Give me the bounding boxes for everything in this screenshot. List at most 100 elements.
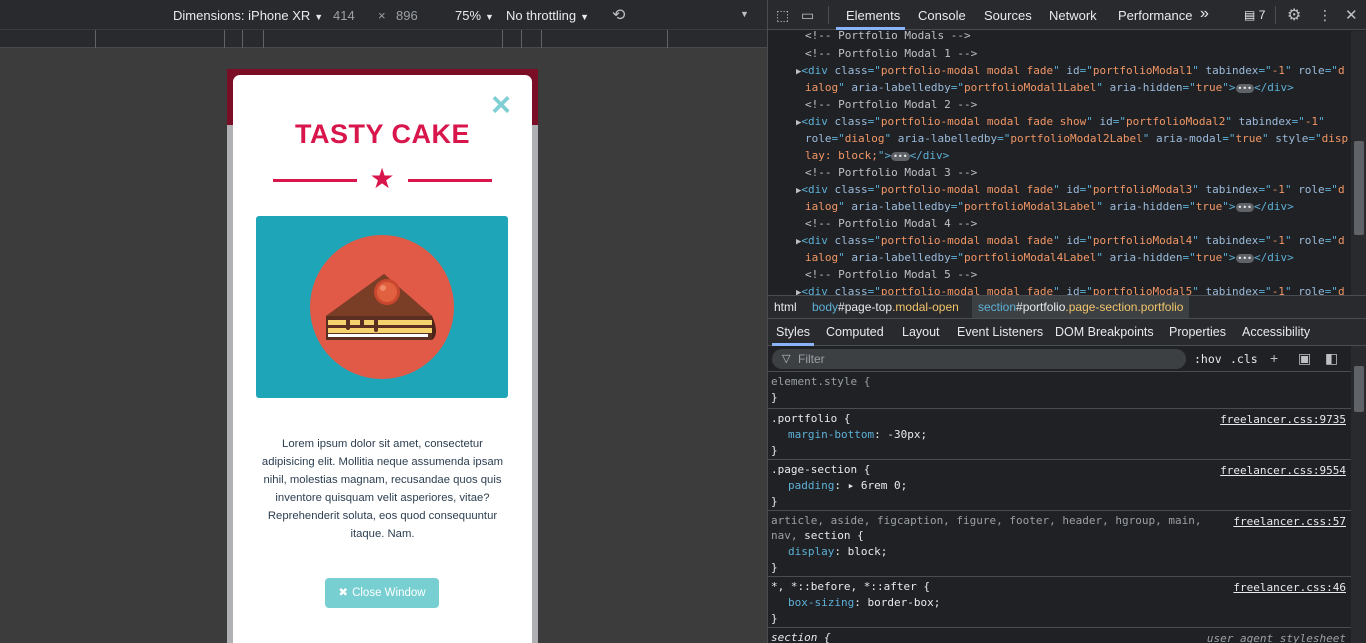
tab-accessibility[interactable]: Accessibility (1242, 325, 1310, 339)
close-devtools-icon[interactable]: ✕ (1345, 6, 1358, 24)
dom-comment[interactable]: <!-- Portfolio Modal 3 --> (805, 164, 977, 181)
rule-selector[interactable]: .portfolio { (771, 411, 850, 427)
dom-comment[interactable]: <!-- Portfolio Modals --> (805, 31, 971, 44)
times-sign: × (378, 8, 386, 23)
breadcrumb-section[interactable]: section#portfolio.page-section.portfolio (972, 296, 1190, 318)
ellipsis-icon[interactable]: ••• (1235, 83, 1254, 93)
close-window-label: Close Window (352, 587, 426, 599)
dom-tree-scrollbar[interactable] (1351, 31, 1366, 295)
scrollbar-thumb[interactable] (1354, 366, 1364, 412)
more-options-icon[interactable]: ▼ (740, 9, 749, 19)
breadcrumb: html body#page-top.modal-open section#po… (768, 295, 1366, 319)
cls-toggle[interactable]: .cls (1230, 352, 1258, 366)
tab-styles[interactable]: Styles (776, 325, 810, 339)
ellipsis-icon[interactable]: ••• (1235, 253, 1254, 263)
rule-close-brace: } (771, 444, 778, 457)
close-icon: ✖ (338, 587, 349, 599)
css-declaration[interactable]: box-sizing: border-box; (788, 595, 940, 611)
dom-node-modal1-cont[interactable]: ialog" aria-labelledby="portfolioModal1L… (805, 79, 1294, 96)
rule-source-link[interactable]: freelancer.css:57 (1233, 515, 1346, 528)
sidebar-toggle-icon[interactable]: ◧ (1325, 350, 1338, 367)
tab-event-listeners[interactable]: Event Listeners (957, 325, 1043, 339)
css-declaration[interactable]: padding: ▸ 6rem 0; (788, 478, 907, 494)
cake-illustration (256, 216, 508, 398)
rule-close-brace: } (771, 495, 778, 508)
rule-selector[interactable]: *, *::before, *::after { (771, 579, 930, 595)
dom-node-modal3[interactable]: ▶<div class="portfolio-modal modal fade"… (796, 181, 1345, 198)
rule-source-link[interactable]: freelancer.css:9554 (1220, 464, 1346, 477)
zoom-select[interactable]: 75% ▼ (455, 8, 494, 23)
rule-source-link[interactable]: freelancer.css:46 (1233, 581, 1346, 594)
rule-selector[interactable]: article, aside, figcaption, figure, foot… (771, 513, 1201, 529)
dom-node-modal2-cont2[interactable]: lay: block;"> ••• </div> (805, 147, 949, 164)
ellipsis-icon[interactable]: ••• (1235, 202, 1254, 212)
tab-network[interactable]: Network (1049, 8, 1097, 23)
tab-elements[interactable]: Elements (846, 8, 900, 23)
rule-selector[interactable]: element.style { (771, 374, 870, 390)
breadcrumb-body[interactable]: body#page-top.modal-open (812, 300, 959, 314)
tab-computed[interactable]: Computed (826, 325, 884, 339)
rotate-icon[interactable]: ⟲ (612, 5, 625, 25)
divider-line-right (408, 179, 492, 182)
style-rule: element.style { } (768, 372, 1351, 409)
media-query-segment[interactable] (95, 30, 96, 48)
style-rule: section { user agent stylesheet (768, 628, 1351, 643)
device-height-input[interactable]: 896 (396, 8, 418, 23)
device-width-input[interactable]: 414 (333, 8, 355, 23)
tab-properties[interactable]: Properties (1169, 325, 1226, 339)
tab-sources[interactable]: Sources (984, 8, 1032, 23)
paint-brush-icon[interactable]: ▣ (1298, 350, 1311, 367)
dom-node-modal4[interactable]: ▶<div class="portfolio-modal modal fade"… (796, 232, 1345, 249)
rule-selector-cont[interactable]: nav, section { (771, 528, 864, 544)
ellipsis-icon[interactable]: ••• (891, 151, 910, 161)
add-rule-icon[interactable]: + (1270, 350, 1278, 366)
dom-node-modal3-cont[interactable]: ialog" aria-labelledby="portfolioModal3L… (805, 198, 1294, 215)
device-toggle-icon[interactable]: ▭ (801, 7, 814, 24)
media-query-segment[interactable] (263, 30, 264, 48)
media-query-segment[interactable] (521, 30, 522, 48)
chevron-down-icon: ▼ (485, 12, 494, 22)
hov-toggle[interactable]: :hov (1194, 352, 1222, 366)
dom-node-modal4-cont[interactable]: ialog" aria-labelledby="portfolioModal4L… (805, 249, 1294, 266)
scrollbar-thumb[interactable] (1354, 141, 1364, 235)
more-tabs-icon[interactable]: » (1200, 5, 1209, 23)
rule-source-link[interactable]: freelancer.css:9735 (1220, 413, 1346, 426)
issues-counter[interactable]: ▤ 7 (1244, 8, 1265, 22)
media-query-segment[interactable] (541, 30, 542, 48)
media-query-segment[interactable] (667, 30, 668, 48)
tab-console[interactable]: Console (918, 8, 966, 23)
throttling-select[interactable]: No throttling ▼ (506, 8, 589, 23)
rule-selector[interactable]: section { (771, 630, 831, 643)
inspect-element-icon[interactable]: ⬚ (776, 7, 789, 24)
media-query-segment[interactable] (502, 30, 503, 48)
tab-layout[interactable]: Layout (902, 325, 940, 339)
issues-icon: ▤ (1244, 8, 1256, 22)
styles-scrollbar[interactable] (1351, 346, 1366, 643)
breadcrumb-html[interactable]: html (774, 300, 797, 314)
devtools-panel: ⬚ ▭ Elements Console Sources Network Per… (767, 0, 1366, 643)
devtools-tab-bar: ⬚ ▭ Elements Console Sources Network Per… (768, 0, 1366, 30)
rule-selector[interactable]: .page-section { (771, 462, 870, 478)
dom-node-modal2-cont[interactable]: role="dialog" aria-labelledby="portfolio… (805, 130, 1348, 147)
dom-node-modal1[interactable]: ▶<div class="portfolio-modal modal fade"… (796, 62, 1345, 79)
tab-performance[interactable]: Performance (1118, 8, 1192, 23)
gear-icon[interactable]: ⚙ (1287, 5, 1301, 25)
filter-icon: ▽ (782, 353, 791, 365)
styles-filter-input[interactable]: ▽ Filter (772, 349, 1186, 369)
dom-comment[interactable]: <!-- Portfolio Modal 5 --> (805, 266, 977, 283)
media-query-segment[interactable] (242, 30, 243, 48)
dom-node-modal5[interactable]: ▶<div class="portfolio-modal modal fade"… (796, 283, 1345, 295)
dom-comment[interactable]: <!-- Portfolio Modal 4 --> (805, 215, 977, 232)
media-query-segment[interactable] (224, 30, 225, 48)
css-declaration[interactable]: margin-bottom: -30px; (788, 427, 927, 443)
dom-node-modal2[interactable]: ▶<div class="portfolio-modal modal fade … (796, 113, 1325, 130)
dom-comment[interactable]: <!-- Portfolio Modal 2 --> (805, 96, 977, 113)
close-icon[interactable]: × (486, 88, 516, 122)
style-rule: .portfolio { freelancer.css:9735 margin-… (768, 409, 1351, 460)
tab-dom-breakpoints[interactable]: DOM Breakpoints (1055, 325, 1154, 339)
dom-comment[interactable]: <!-- Portfolio Modal 1 --> (805, 45, 977, 62)
kebab-menu-icon[interactable]: ⋮ (1318, 7, 1332, 24)
close-window-button[interactable]: ✖ Close Window (325, 578, 439, 608)
css-declaration[interactable]: display: block; (788, 544, 887, 560)
device-dimensions-select[interactable]: Dimensions: iPhone XR ▼ (173, 8, 323, 23)
